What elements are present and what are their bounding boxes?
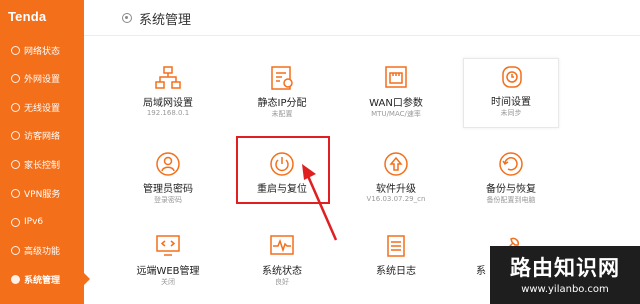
tile-sub: 良好 [275, 278, 289, 286]
tile-label: 备份与恢复 [486, 184, 536, 195]
watermark-url: www.yilanbo.com [521, 284, 609, 295]
tile-label: 静态IP分配 [257, 98, 307, 109]
upgrade-arrow-icon [384, 152, 408, 176]
backup-restore-icon [499, 152, 523, 176]
ethernet-port-icon [385, 66, 407, 88]
lan-settings-tile[interactable]: 局域网设置 192.168.0.1 [120, 60, 216, 130]
tile-label: 时间设置 [491, 97, 531, 108]
advanced-icon [11, 245, 20, 255]
watermark-title: 路由知识网 [510, 256, 620, 280]
wifi-icon [11, 102, 20, 112]
software-upgrade-tile[interactable]: 软件升级 V16.03.07.29_cn [348, 146, 444, 216]
admin-password-tile[interactable]: 管理员密码 登录密码 [120, 146, 216, 216]
page-header: 系统管理 [84, 0, 640, 36]
tile-label: 管理员密码 [143, 184, 193, 195]
tile-sub: V16.03.07.29_cn [366, 195, 426, 203]
parent-control-icon [11, 159, 20, 169]
tile-label: 软件升级 [376, 184, 416, 195]
sidebar-item-parental-control[interactable]: 家长控制 [0, 150, 84, 178]
clock-icon [502, 66, 522, 88]
tile-label: 局域网设置 [143, 98, 193, 109]
remote-web-icon [156, 235, 180, 256]
static-ip-tile[interactable]: 静态IP分配 未配置 [234, 60, 330, 130]
sidebar-item-guest-network[interactable]: 访客网络 [0, 121, 84, 149]
sidebar-item-label: 网络状态 [24, 46, 61, 57]
sidebar-item-wan-settings[interactable]: 外网设置 [0, 64, 84, 92]
tile-sub: 未配置 [271, 110, 293, 118]
ipv6-icon [11, 217, 20, 227]
system-log-icon [387, 235, 405, 257]
system-status-icon [270, 235, 294, 255]
sidebar-item-label: VPN服务 [24, 189, 61, 200]
sidebar-item-label: 访客网络 [24, 131, 61, 142]
sidebar-item-wireless[interactable]: 无线设置 [0, 93, 84, 121]
sidebar: Tenda 网络状态 外网设置 无线设置 访客网络 家长控制 VPN服务 IPv… [0, 0, 90, 304]
sidebar-item-label: 无线设置 [24, 103, 61, 114]
gear-icon [122, 13, 132, 23]
network-status-icon [11, 45, 20, 55]
tile-sub: 登录密码 [154, 196, 182, 204]
tenda-logo: Tenda [8, 9, 47, 24]
time-settings-tile[interactable]: 时间设置 未同步 [463, 58, 559, 128]
sidebar-item-label: 高级功能 [24, 246, 61, 257]
sidebar-item-advanced[interactable]: 高级功能 [0, 236, 84, 264]
sidebar-item-label: IPv6 [24, 217, 44, 227]
tile-sub: 192.168.0.1 [146, 109, 190, 117]
tile-label: WAN口参数 [369, 98, 423, 109]
vpn-icon [11, 188, 20, 198]
admin-user-icon [156, 152, 180, 176]
tile-sub: 备份配置到电脑 [486, 196, 536, 204]
lan-topology-icon [155, 66, 181, 89]
gear-icon [11, 274, 20, 284]
wan-globe-icon [11, 73, 20, 83]
tile-sub: 未同步 [500, 109, 522, 117]
tile-sub: MTU/MAC/速率 [371, 110, 421, 118]
sidebar-item-ipv6[interactable]: IPv6 [0, 208, 84, 236]
watermark: 路由知识网 www.yilanbo.com [490, 246, 640, 304]
remote-web-tile[interactable]: 远端WEB管理 关闭 [120, 228, 216, 298]
static-ip-icon [271, 66, 293, 90]
backup-restore-tile[interactable]: 备份与恢复 备份配置到电脑 [463, 146, 559, 216]
sidebar-item-vpn[interactable]: VPN服务 [0, 179, 84, 207]
sidebar-item-system-management[interactable]: 系统管理 [0, 265, 90, 293]
sidebar-item-network-status[interactable]: 网络状态 [0, 36, 84, 64]
sidebar-item-label: 系统管理 [24, 275, 61, 286]
page-title: 系统管理 [139, 13, 192, 28]
tile-label: 系统状态 [262, 266, 302, 277]
sidebar-item-label: 外网设置 [24, 74, 61, 85]
wan-params-tile[interactable]: WAN口参数 MTU/MAC/速率 [348, 60, 444, 130]
sidebar-item-label: 家长控制 [24, 160, 61, 171]
tile-label: 远端WEB管理 [136, 266, 200, 277]
red-arrow-annotation [302, 164, 338, 241]
guest-icon [11, 130, 20, 140]
tile-sub: 关闭 [161, 278, 175, 286]
